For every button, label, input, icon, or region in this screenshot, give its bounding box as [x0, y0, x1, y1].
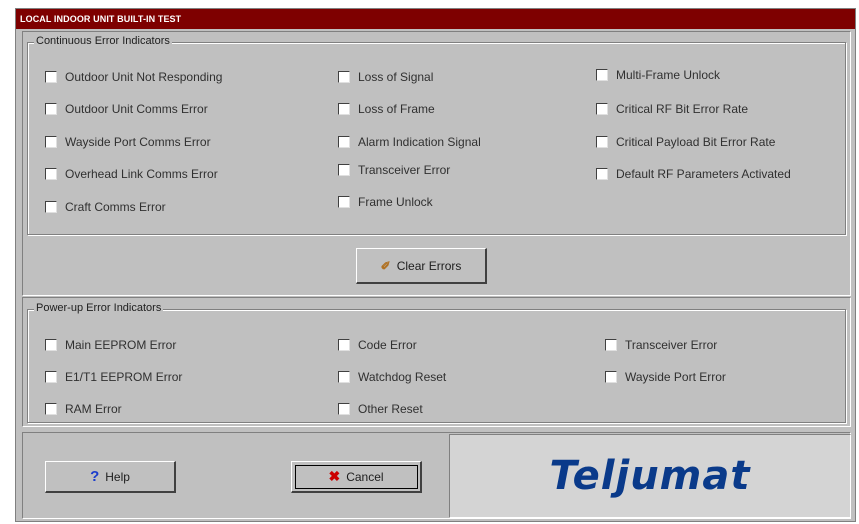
- cancel-label: Cancel: [346, 469, 384, 484]
- checkbox-box[interactable]: [338, 71, 350, 83]
- checkbox-box[interactable]: [605, 371, 617, 383]
- checkbox-craft-comms-error[interactable]: Craft Comms Error: [45, 200, 166, 214]
- checkbox-wayside-port-error[interactable]: Wayside Port Error: [605, 370, 726, 384]
- checkbox-loss-of-frame[interactable]: Loss of Frame: [338, 102, 435, 116]
- checkbox-outdoor-unit-not-responding[interactable]: Outdoor Unit Not Responding: [45, 70, 222, 84]
- checkbox-label: Critical Payload Bit Error Rate: [616, 135, 776, 149]
- checkbox-label: Code Error: [358, 338, 417, 352]
- checkbox-label: RAM Error: [65, 402, 122, 416]
- checkbox-e1t1-eeprom-error[interactable]: E1/T1 EEPROM Error: [45, 370, 182, 384]
- checkbox-label: Alarm Indication Signal: [358, 135, 481, 149]
- checkbox-box[interactable]: [596, 136, 608, 148]
- powerup-panel: Power-up Error Indicators Main EEPROM Er…: [22, 297, 851, 427]
- checkbox-label: E1/T1 EEPROM Error: [65, 370, 183, 384]
- checkbox-box[interactable]: [338, 164, 350, 176]
- clear-errors-label: Clear Errors: [396, 258, 462, 273]
- powerup-legend: Power-up Error Indicators: [34, 302, 164, 314]
- checkbox-box[interactable]: [45, 201, 57, 213]
- checkbox-label: Main EEPROM Error: [65, 338, 177, 352]
- checkbox-box[interactable]: [338, 196, 350, 208]
- checkbox-label: Transceiver Error: [625, 338, 718, 352]
- checkbox-critical-payload-ber[interactable]: Critical Payload Bit Error Rate: [596, 135, 775, 149]
- footer-panel: ? Help ✖ Cancel Teljumat: [22, 432, 851, 519]
- checkbox-label: Wayside Port Error: [625, 370, 726, 384]
- checkbox-alarm-indication-signal[interactable]: Alarm Indication Signal: [338, 135, 481, 149]
- window-title: LOCAL INDOOR UNIT BUILT-IN TEST: [16, 9, 855, 29]
- checkbox-multi-frame-unlock[interactable]: Multi-Frame Unlock: [596, 68, 720, 82]
- checkbox-box[interactable]: [338, 103, 350, 115]
- checkbox-box[interactable]: [338, 403, 350, 415]
- checkbox-label: Transceiver Error: [358, 163, 451, 177]
- cancel-button[interactable]: ✖ Cancel: [291, 461, 422, 493]
- checkbox-transceiver-error[interactable]: Transceiver Error: [338, 163, 450, 177]
- checkbox-overhead-link-comms-error[interactable]: Overhead Link Comms Error: [45, 167, 218, 181]
- bit-window: LOCAL INDOOR UNIT BUILT-IN TEST Continuo…: [15, 8, 856, 522]
- checkbox-label: Other Reset: [358, 402, 423, 416]
- checkbox-box[interactable]: [45, 103, 57, 115]
- question-mark-icon: ?: [90, 468, 100, 485]
- checkbox-wayside-port-comms-error[interactable]: Wayside Port Comms Error: [45, 135, 211, 149]
- eraser-icon: ✐: [380, 258, 391, 273]
- checkbox-label: Wayside Port Comms Error: [65, 135, 211, 149]
- checkbox-label: Default RF Parameters Activated: [616, 167, 791, 181]
- checkbox-loss-of-signal[interactable]: Loss of Signal: [338, 70, 433, 84]
- checkbox-box[interactable]: [45, 403, 57, 415]
- checkbox-powerup-transceiver-error[interactable]: Transceiver Error: [605, 338, 717, 352]
- checkbox-main-eeprom-error[interactable]: Main EEPROM Error: [45, 338, 176, 352]
- checkbox-box[interactable]: [45, 136, 57, 148]
- checkbox-critical-rf-ber[interactable]: Critical RF Bit Error Rate: [596, 102, 748, 116]
- checkbox-box[interactable]: [596, 69, 608, 81]
- checkbox-box[interactable]: [605, 339, 617, 351]
- checkbox-frame-unlock[interactable]: Frame Unlock: [338, 195, 433, 209]
- checkbox-label: Loss of Frame: [358, 102, 435, 116]
- checkbox-label: Outdoor Unit Comms Error: [65, 102, 208, 116]
- checkbox-label: Craft Comms Error: [65, 200, 166, 214]
- checkbox-box[interactable]: [45, 339, 57, 351]
- checkbox-label: Frame Unlock: [358, 195, 433, 209]
- checkbox-other-reset[interactable]: Other Reset: [338, 402, 423, 416]
- checkbox-outdoor-unit-comms-error[interactable]: Outdoor Unit Comms Error: [45, 102, 208, 116]
- checkbox-box[interactable]: [45, 371, 57, 383]
- continuous-panel: Continuous Error Indicators Outdoor Unit…: [22, 31, 851, 296]
- help-button[interactable]: ? Help: [45, 461, 176, 493]
- logo-panel: Teljumat: [449, 434, 851, 518]
- checkbox-label: Overhead Link Comms Error: [65, 167, 218, 181]
- checkbox-label: Outdoor Unit Not Responding: [65, 70, 223, 84]
- checkbox-label: Critical RF Bit Error Rate: [616, 102, 749, 116]
- checkbox-box[interactable]: [596, 168, 608, 180]
- clear-errors-button[interactable]: ✐ Clear Errors: [356, 248, 487, 284]
- checkbox-box[interactable]: [45, 71, 57, 83]
- help-label: Help: [105, 469, 130, 484]
- checkbox-code-error[interactable]: Code Error: [338, 338, 417, 352]
- checkbox-watchdog-reset[interactable]: Watchdog Reset: [338, 370, 446, 384]
- continuous-legend: Continuous Error Indicators: [34, 35, 172, 47]
- checkbox-ram-error[interactable]: RAM Error: [45, 402, 122, 416]
- checkbox-label: Multi-Frame Unlock: [616, 68, 721, 82]
- checkbox-default-rf-parameters[interactable]: Default RF Parameters Activated: [596, 167, 791, 181]
- tellumat-logo: Teljumat: [549, 453, 751, 499]
- checkbox-box[interactable]: [45, 168, 57, 180]
- checkbox-label: Loss of Signal: [358, 70, 434, 84]
- checkbox-box[interactable]: [338, 339, 350, 351]
- checkbox-label: Watchdog Reset: [358, 370, 447, 384]
- powerup-groupbox: Power-up Error Indicators: [27, 302, 846, 423]
- checkbox-box[interactable]: [338, 371, 350, 383]
- x-icon: ✖: [328, 468, 341, 484]
- checkbox-box[interactable]: [338, 136, 350, 148]
- checkbox-box[interactable]: [596, 103, 608, 115]
